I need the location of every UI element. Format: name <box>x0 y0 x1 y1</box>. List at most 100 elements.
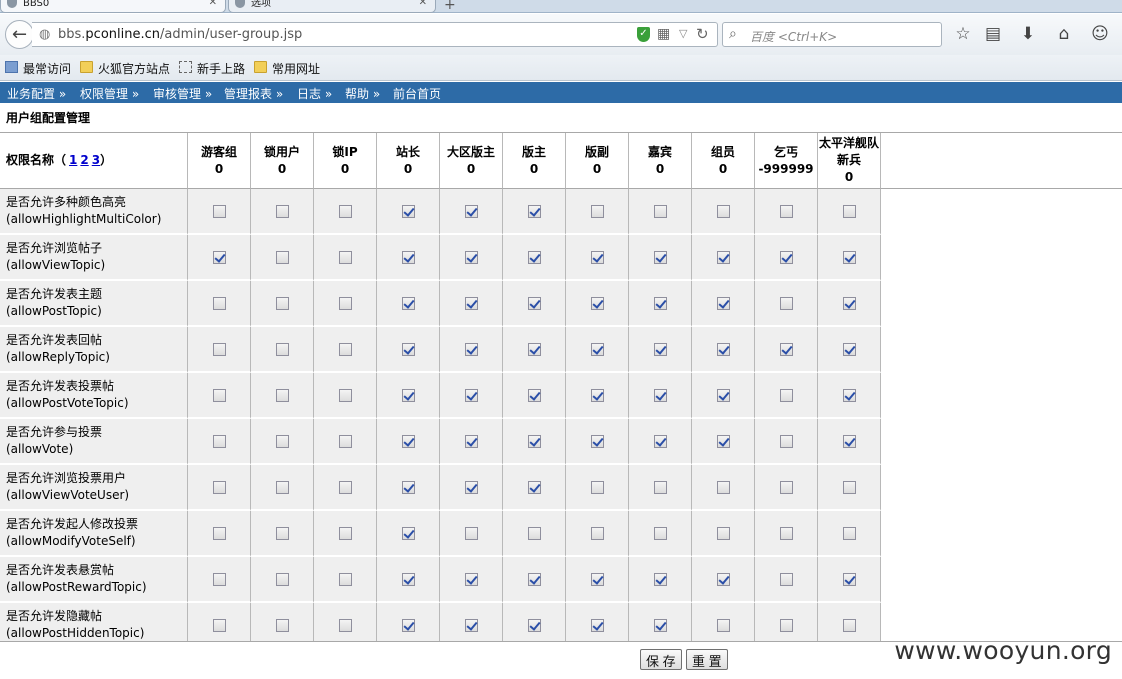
permission-checkbox[interactable] <box>275 573 289 586</box>
permission-checkbox[interactable] <box>338 297 352 310</box>
permission-checkbox[interactable] <box>401 619 415 632</box>
permission-checkbox[interactable] <box>212 205 226 218</box>
permission-checkbox[interactable] <box>653 389 667 402</box>
permission-checkbox[interactable] <box>590 343 604 356</box>
permission-checkbox[interactable] <box>338 573 352 586</box>
permission-checkbox[interactable] <box>401 205 415 218</box>
permission-checkbox[interactable] <box>212 343 226 356</box>
permission-checkbox[interactable] <box>401 573 415 586</box>
permission-checkbox[interactable] <box>779 343 793 356</box>
browser-tab-active[interactable]: BBS0 ✕ <box>0 0 226 13</box>
permission-checkbox[interactable] <box>527 297 541 310</box>
permission-checkbox[interactable] <box>779 435 793 448</box>
permission-checkbox[interactable] <box>653 481 667 494</box>
permission-checkbox[interactable] <box>527 389 541 402</box>
permission-checkbox[interactable] <box>653 527 667 540</box>
permission-checkbox[interactable] <box>779 619 793 632</box>
reading-list-icon[interactable]: ▤ <box>982 24 1004 44</box>
permission-checkbox[interactable] <box>842 205 856 218</box>
permission-checkbox[interactable] <box>212 297 226 310</box>
permission-checkbox[interactable] <box>338 251 352 264</box>
permission-checkbox[interactable] <box>338 527 352 540</box>
permission-checkbox[interactable] <box>401 389 415 402</box>
permission-checkbox[interactable] <box>275 297 289 310</box>
permission-checkbox[interactable] <box>464 343 478 356</box>
permission-checkbox[interactable] <box>527 205 541 218</box>
permission-checkbox[interactable] <box>464 435 478 448</box>
qr-code-icon[interactable]: ▦ <box>657 26 670 42</box>
permission-checkbox[interactable] <box>275 389 289 402</box>
permission-checkbox[interactable] <box>653 297 667 310</box>
page-link-1[interactable]: 1 <box>69 153 77 167</box>
permission-checkbox[interactable] <box>779 527 793 540</box>
permission-checkbox[interactable] <box>464 527 478 540</box>
permission-checkbox[interactable] <box>212 481 226 494</box>
bookmark-firefox-site[interactable]: 火狐官方站点 <box>80 60 170 77</box>
chat-icon[interactable]: ☺ <box>1089 24 1111 44</box>
bookmark-getting-started[interactable]: 新手上路 <box>179 60 245 77</box>
permission-checkbox[interactable] <box>842 297 856 310</box>
page-link-2[interactable]: 2 <box>80 153 88 167</box>
reload-icon[interactable]: ↻ <box>696 25 709 43</box>
bookmark-most-visited[interactable]: 最常访问 <box>5 60 71 77</box>
permission-checkbox[interactable] <box>590 205 604 218</box>
bookmark-star-icon[interactable]: ☆ <box>952 24 974 44</box>
permission-checkbox[interactable] <box>401 481 415 494</box>
permission-checkbox[interactable] <box>716 573 730 586</box>
permission-checkbox[interactable] <box>275 343 289 356</box>
permission-checkbox[interactable] <box>212 251 226 264</box>
page-link-3[interactable]: 3 <box>92 153 100 167</box>
permission-checkbox[interactable] <box>275 205 289 218</box>
permission-checkbox[interactable] <box>842 573 856 586</box>
url-bar[interactable]: ◍ bbs.pconline.cn/admin/user-group.jsp ✓… <box>32 22 718 47</box>
permission-checkbox[interactable] <box>590 573 604 586</box>
menu-frontend-home[interactable]: 前台首页 <box>393 85 441 102</box>
search-box[interactable]: ⌕ 百度 <Ctrl+K> <box>722 22 942 47</box>
permission-checkbox[interactable] <box>401 527 415 540</box>
permission-checkbox[interactable] <box>842 251 856 264</box>
permission-checkbox[interactable] <box>527 573 541 586</box>
permission-checkbox[interactable] <box>527 481 541 494</box>
permission-checkbox[interactable] <box>527 527 541 540</box>
permission-checkbox[interactable] <box>464 205 478 218</box>
permission-checkbox[interactable] <box>527 343 541 356</box>
permission-checkbox[interactable] <box>464 481 478 494</box>
permission-checkbox[interactable] <box>338 343 352 356</box>
menu-permission-management[interactable]: 权限管理 » <box>80 85 139 102</box>
permission-checkbox[interactable] <box>275 481 289 494</box>
permission-checkbox[interactable] <box>212 573 226 586</box>
permission-checkbox[interactable] <box>464 251 478 264</box>
permission-checkbox[interactable] <box>527 435 541 448</box>
permission-checkbox[interactable] <box>527 619 541 632</box>
permission-checkbox[interactable] <box>590 389 604 402</box>
permission-checkbox[interactable] <box>401 297 415 310</box>
permission-checkbox[interactable] <box>842 619 856 632</box>
permission-checkbox[interactable] <box>275 251 289 264</box>
menu-audit-management[interactable]: 审核管理 » <box>153 85 212 102</box>
permission-checkbox[interactable] <box>338 435 352 448</box>
permission-checkbox[interactable] <box>653 343 667 356</box>
permission-checkbox[interactable] <box>779 389 793 402</box>
permission-checkbox[interactable] <box>401 435 415 448</box>
permission-checkbox[interactable] <box>716 619 730 632</box>
permission-checkbox[interactable] <box>653 435 667 448</box>
permission-checkbox[interactable] <box>716 205 730 218</box>
permission-checkbox[interactable] <box>590 481 604 494</box>
permission-checkbox[interactable] <box>653 619 667 632</box>
permission-checkbox[interactable] <box>275 619 289 632</box>
permission-checkbox[interactable] <box>212 527 226 540</box>
chevron-down-icon[interactable]: ▽ <box>679 27 687 40</box>
permission-checkbox[interactable] <box>590 527 604 540</box>
permission-checkbox[interactable] <box>527 251 541 264</box>
permission-checkbox[interactable] <box>275 527 289 540</box>
permission-checkbox[interactable] <box>275 435 289 448</box>
menu-help[interactable]: 帮助 » <box>345 85 380 102</box>
home-icon[interactable]: ⌂ <box>1053 24 1075 44</box>
permission-checkbox[interactable] <box>653 251 667 264</box>
permission-checkbox[interactable] <box>464 297 478 310</box>
permission-checkbox[interactable] <box>842 435 856 448</box>
save-button[interactable]: 保 存 <box>640 649 682 670</box>
permission-checkbox[interactable] <box>338 205 352 218</box>
permission-checkbox[interactable] <box>338 481 352 494</box>
menu-logs[interactable]: 日志 » <box>297 85 332 102</box>
